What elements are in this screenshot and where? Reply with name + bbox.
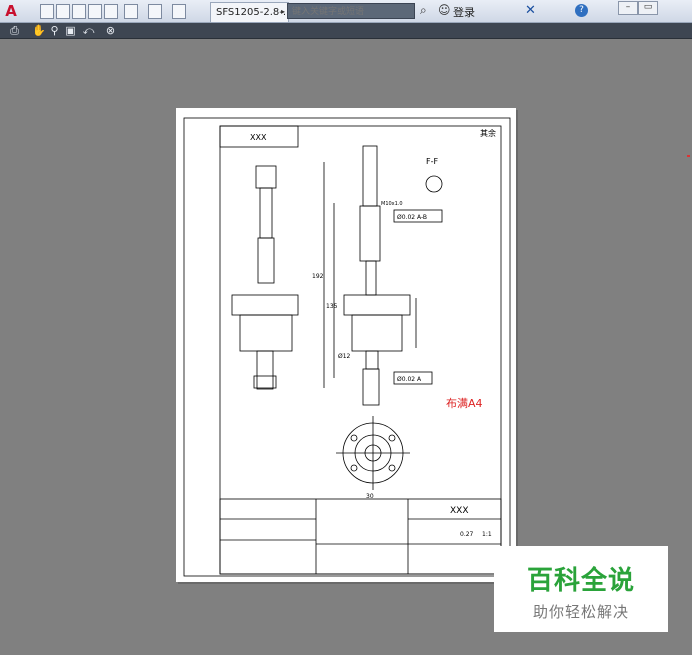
undo-icon[interactable] bbox=[124, 4, 138, 19]
app-logo-icon[interactable]: A bbox=[2, 2, 20, 20]
scale-value: 1:1 bbox=[482, 531, 492, 538]
part-name: XXX bbox=[250, 133, 267, 142]
section-label: F-F bbox=[426, 157, 438, 166]
search-input[interactable] bbox=[287, 3, 415, 19]
minimize-button[interactable]: – bbox=[618, 1, 638, 15]
watermark-title: 百科全说 bbox=[526, 566, 635, 596]
fill-note: 布满A4 bbox=[446, 397, 483, 410]
login-button[interactable]: 登录 bbox=[453, 4, 475, 20]
tolerance-frame-ab: Ø0.02 A-B bbox=[397, 214, 427, 221]
pan-icon[interactable]: ✋ bbox=[32, 24, 46, 37]
exchange-icon[interactable]: ✕ bbox=[525, 3, 536, 18]
workspace-icon[interactable] bbox=[172, 4, 186, 19]
dim-mid: 135 bbox=[326, 303, 338, 310]
help-icon[interactable]: ? bbox=[575, 4, 588, 17]
zoom-window-icon[interactable]: ▣ bbox=[64, 24, 77, 37]
close-preview-icon[interactable]: ⊗ bbox=[104, 24, 117, 37]
toolbar: ⎙ ✋ ⚲ ▣ ⤺ ⊗ bbox=[0, 23, 692, 39]
print-icon[interactable] bbox=[104, 4, 118, 19]
tolerance-frame-a: Ø0.02 A bbox=[397, 376, 422, 383]
zoom-previous-icon[interactable]: ⤺ bbox=[82, 24, 95, 37]
dim-shaft: Ø12 bbox=[338, 353, 351, 360]
paper-sheet: XXX 其余 F-F M10x1.0 Ø0.02 A-B Ø0.02 A 192… bbox=[176, 108, 516, 582]
user-icon[interactable]: ☺ bbox=[438, 3, 451, 17]
thread-dim: M10x1.0 bbox=[381, 201, 403, 207]
drawing-svg: XXX 其余 F-F M10x1.0 Ø0.02 A-B Ø0.02 A 192… bbox=[183, 117, 511, 577]
watermark-badge: 百科全说 助你轻松解决 bbox=[494, 546, 668, 632]
dim-bottom: 30 bbox=[366, 493, 374, 500]
tab-document[interactable]: SFS1205-2.8-... bbox=[210, 2, 289, 22]
new-file-icon[interactable] bbox=[40, 4, 54, 19]
zoom-realtime-icon[interactable]: ⚲ bbox=[48, 24, 61, 37]
save-as-icon[interactable] bbox=[88, 4, 102, 19]
title-bar: A SFS1205-2.8-... ▸ ⌕ ☺ 登录 ✕ ? – ▭ bbox=[0, 0, 692, 23]
dim-total: 192 bbox=[312, 273, 324, 280]
restore-button[interactable]: ▭ bbox=[638, 1, 658, 15]
title-block-name: XXX bbox=[450, 506, 469, 516]
watermark-subtitle: 助你轻松解决 bbox=[532, 603, 629, 621]
roughness-label: 其余 bbox=[480, 128, 496, 138]
save-icon[interactable] bbox=[72, 4, 86, 19]
redo-icon[interactable] bbox=[148, 4, 162, 19]
print-preview-icon[interactable]: ⎙ bbox=[8, 24, 21, 37]
open-file-icon[interactable] bbox=[56, 4, 70, 19]
weight-value: 0.27 bbox=[460, 531, 474, 538]
binoculars-icon[interactable]: ⌕ bbox=[420, 3, 427, 18]
marker bbox=[687, 155, 690, 157]
